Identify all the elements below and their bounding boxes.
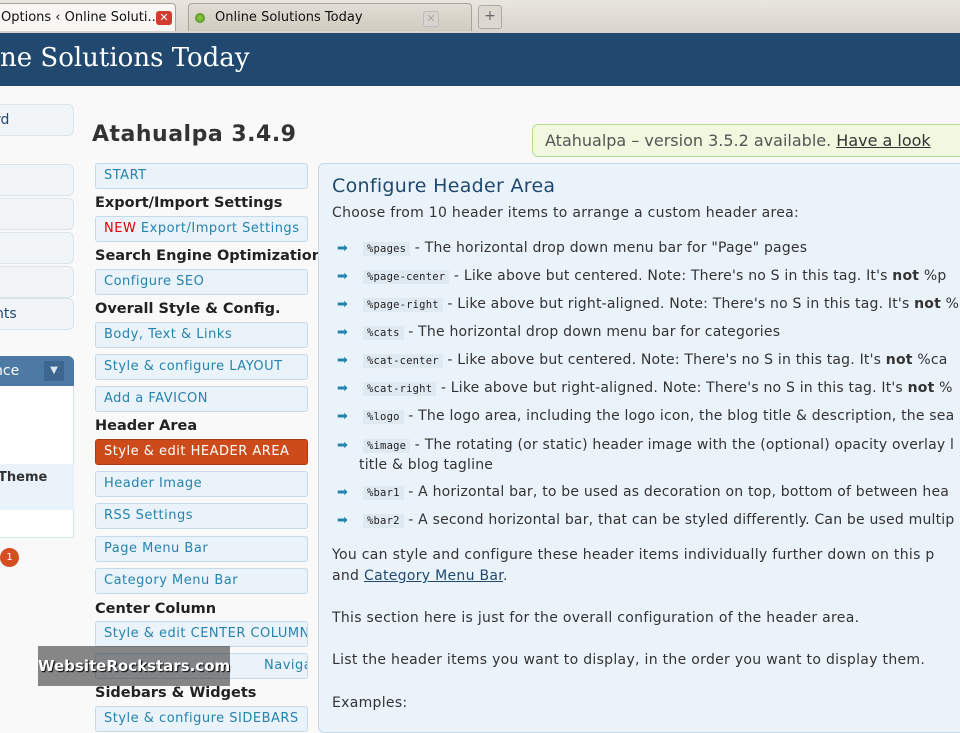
sidebar-item-appearance[interactable]: nce ▼ <box>0 356 74 386</box>
menu-start-button[interactable]: START <box>95 163 308 189</box>
update-count-badge: 1 <box>0 548 19 567</box>
menu-header-area-button[interactable]: Style & edit HEADER AREA <box>95 439 308 465</box>
arrow-right-icon: ➡ <box>337 353 349 368</box>
category-menu-bar-link[interactable]: Category Menu Bar <box>364 568 503 584</box>
list-item: ➡ %pages - The horizontal drop down menu … <box>337 240 808 256</box>
sidebar-item-label: rd <box>0 112 10 128</box>
arrow-right-icon: ➡ <box>337 513 349 528</box>
menu-page-menu-bar-button[interactable]: Page Menu Bar <box>95 536 308 562</box>
list-item: ➡ %page-center - Like above but centered.… <box>337 268 947 284</box>
menu-rss-settings-button[interactable]: RSS Settings <box>95 503 308 529</box>
list-item-continuation: title & blog tagline <box>359 457 494 473</box>
submenu-item-theme[interactable]: Theme <box>0 470 47 485</box>
close-icon[interactable]: ✕ <box>423 11 439 27</box>
list-item: ➡ %bar1 - A horizontal bar, to be used as… <box>337 484 950 500</box>
sidebar-item-label: nce <box>0 363 20 379</box>
tab-title: Options ‹ Online Soluti... <box>1 10 160 25</box>
sidebar-item[interactable] <box>0 266 74 298</box>
arrow-right-icon: ➡ <box>337 325 349 340</box>
site-favicon-icon <box>195 13 205 23</box>
panel-paragraph: This section here is just for the overal… <box>332 610 860 626</box>
menu-add-favicon-button[interactable]: Add a FAVICON <box>95 386 308 412</box>
menu-heading-center: Center Column <box>95 601 217 617</box>
new-tab-button[interactable]: + <box>478 5 502 29</box>
menu-heading-header: Header Area <box>95 418 198 434</box>
menu-category-menu-bar-button[interactable]: Category Menu Bar <box>95 568 308 594</box>
arrow-right-icon: ➡ <box>337 485 349 500</box>
menu-sidebars-button[interactable]: Style & configure SIDEBARS <box>95 706 308 732</box>
update-notice: Atahualpa – version 3.5.2 available. Hav… <box>532 124 960 157</box>
panel-title: Configure Header Area <box>332 175 556 197</box>
sidebar-item[interactable] <box>0 232 74 264</box>
sidebar-item-comments[interactable]: nts <box>0 298 74 330</box>
menu-heading-sidebars: Sidebars & Widgets <box>95 685 257 701</box>
menu-heading-seo: Search Engine Optimization <box>95 248 323 264</box>
list-item: ➡ %cat-center - Like above but centered. … <box>337 352 948 368</box>
arrow-right-icon: ➡ <box>337 409 349 424</box>
menu-configure-seo-button[interactable]: Configure SEO <box>95 269 308 295</box>
chevron-down-icon[interactable]: ▼ <box>44 361 64 381</box>
list-item: ➡ %logo - The logo area, including the lo… <box>337 408 955 424</box>
panel-intro: Choose from 10 header items to arrange a… <box>332 205 800 221</box>
arrow-right-icon: ➡ <box>337 241 349 256</box>
sidebar-item[interactable] <box>0 164 74 196</box>
panel-paragraph: Examples: <box>332 695 408 711</box>
browser-tab-options[interactable]: Options ‹ Online Soluti... ✕ <box>0 3 176 31</box>
list-item: ➡ %cats - The horizontal drop down menu b… <box>337 324 781 340</box>
browser-tab-bar: Options ‹ Online Soluti... ✕ Online Solu… <box>0 0 960 34</box>
list-item: ➡ %page-right - Like above but right-alig… <box>337 296 960 312</box>
watermark: WebsiteRockstars.com <box>38 646 230 686</box>
menu-header-image-button[interactable]: Header Image <box>95 471 308 497</box>
list-item: ➡ %cat-right - Like above but right-align… <box>337 380 953 396</box>
sidebar-item-dashboard[interactable]: rd <box>0 104 74 136</box>
menu-heading-style: Overall Style & Config. <box>95 301 281 317</box>
menu-style-layout-button[interactable]: Style & configure LAYOUT <box>95 354 308 380</box>
menu-center-column-button[interactable]: Style & edit CENTER COLUMN <box>95 621 308 647</box>
list-item: ➡ %image - The rotating (or static) heade… <box>337 437 955 453</box>
new-badge: NEW <box>104 221 137 236</box>
site-title[interactable]: ne Solutions Today <box>0 43 250 73</box>
sidebar-item[interactable] <box>0 198 74 230</box>
list-item: ➡ %bar2 - A second horizontal bar, that c… <box>337 512 955 528</box>
tab-title: Online Solutions Today <box>215 10 363 25</box>
browser-tab-site[interactable]: Online Solutions Today ✕ <box>188 3 472 31</box>
panel-paragraph: and Category Menu Bar. <box>332 568 508 584</box>
page-title: Atahualpa 3.4.9 <box>92 122 297 147</box>
panel-paragraph: List the header items you want to displa… <box>332 652 926 668</box>
close-icon[interactable]: ✕ <box>156 11 172 25</box>
arrow-right-icon: ➡ <box>337 381 349 396</box>
notice-text: Atahualpa – version 3.5.2 available. <box>545 131 837 150</box>
sidebar-item-label: nts <box>0 306 17 322</box>
panel-paragraph: You can style and configure these header… <box>332 547 935 563</box>
arrow-right-icon: ➡ <box>337 438 349 453</box>
admin-header: ne Solutions Today <box>0 33 960 86</box>
have-a-look-link[interactable]: Have a look <box>836 131 930 150</box>
appearance-submenu: Theme <box>0 386 74 538</box>
menu-body-text-links-button[interactable]: Body, Text & Links <box>95 322 308 348</box>
menu-export-import-button[interactable]: NEW Export/Import Settings <box>95 216 308 242</box>
arrow-right-icon: ➡ <box>337 269 349 284</box>
configure-header-panel: Configure Header Area Choose from 10 hea… <box>318 163 960 733</box>
menu-heading-export: Export/Import Settings <box>95 195 283 211</box>
arrow-right-icon: ➡ <box>337 297 349 312</box>
